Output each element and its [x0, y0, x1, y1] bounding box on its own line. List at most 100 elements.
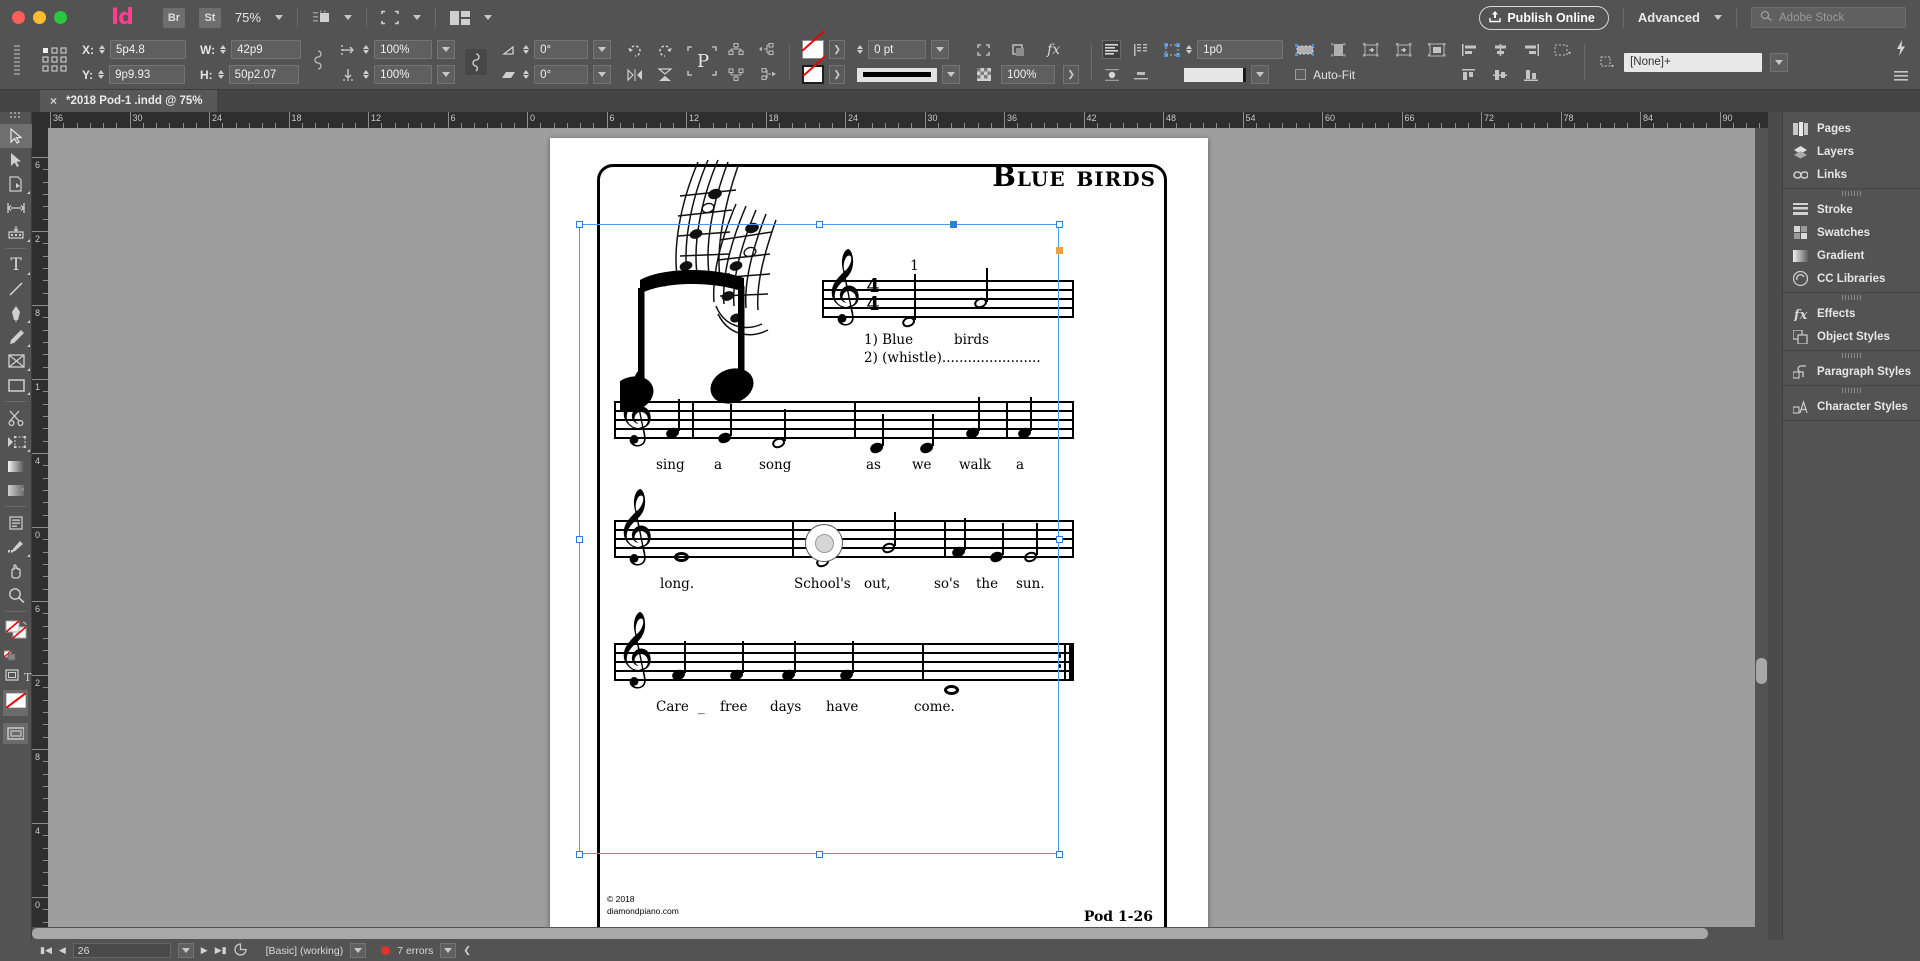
zoom-level-value[interactable]: 75%	[235, 10, 261, 25]
text-frame-overflow-indicator[interactable]	[1056, 247, 1063, 254]
screen-mode-chevron-icon[interactable]	[343, 15, 352, 20]
align-to-selection-dropdown[interactable]	[1553, 40, 1572, 59]
fit-content-proportionally-button[interactable]	[1295, 40, 1315, 59]
apply-none-swatch[interactable]	[3, 690, 28, 716]
tool-pencil[interactable]	[0, 325, 32, 349]
page-history-icon[interactable]	[233, 943, 247, 958]
h-input[interactable]: 50p2.07	[228, 65, 299, 84]
x-stepper[interactable]	[99, 45, 105, 54]
tool-pen[interactable]	[0, 301, 32, 325]
effects-fx-button[interactable]: fx	[1044, 40, 1063, 59]
x-input[interactable]: 5p4.8	[110, 40, 186, 59]
window-controls[interactable]	[0, 11, 67, 24]
w-stepper[interactable]	[220, 45, 227, 54]
page-number-dropdown[interactable]	[177, 943, 194, 958]
adobe-stock-search-input[interactable]: Adobe Stock	[1751, 7, 1906, 28]
object-style-dropdown[interactable]	[1770, 52, 1789, 72]
dock-group-grip[interactable]	[1783, 189, 1920, 198]
flip-horizontal-button[interactable]	[625, 65, 644, 84]
tool-eyedropper[interactable]	[0, 535, 32, 559]
preflight-profile-label[interactable]: [Basic] (working)	[266, 945, 344, 957]
constrain-proportions-wh-icon[interactable]	[311, 49, 325, 76]
gutter-dropdown[interactable]	[1251, 65, 1270, 84]
flip-vertical-button[interactable]	[655, 65, 674, 84]
formatting-affects-row[interactable]: T	[0, 666, 31, 686]
rotate-90-cw-button[interactable]	[625, 40, 644, 59]
center-content-button[interactable]	[1427, 40, 1446, 59]
control-panel-menu-icon[interactable]	[1891, 67, 1910, 86]
dock-item-cc-libraries[interactable]: CC Libraries	[1783, 267, 1920, 290]
minimize-window-button[interactable]	[33, 11, 46, 24]
fill-swatch[interactable]	[802, 40, 825, 59]
text-wrap-around-button[interactable]	[1102, 65, 1121, 84]
tool-content-collector[interactable]	[0, 220, 32, 244]
adobe-bridge-button[interactable]: Br	[162, 7, 185, 28]
formatting-affects-container-icon[interactable]	[5, 668, 19, 686]
text-frame-multi-column-button[interactable]	[1131, 40, 1150, 59]
selection-handle-br[interactable]	[1056, 851, 1063, 858]
rotation-input[interactable]: 0°	[534, 40, 589, 59]
close-window-button[interactable]	[12, 11, 25, 24]
maximize-window-button[interactable]	[54, 11, 67, 24]
tool-free-transform[interactable]	[0, 430, 32, 454]
selection-handle-bl[interactable]	[576, 851, 583, 858]
y-stepper[interactable]	[98, 70, 105, 79]
document-canvas[interactable]: Blue birds 1 𝄞 4 4 1) Blue birds 2) (whi…	[48, 128, 1782, 948]
gutter-stepper[interactable]	[1186, 45, 1193, 54]
selection-handle-ml[interactable]	[576, 536, 583, 543]
fit-frame-to-content-button[interactable]	[1361, 40, 1380, 59]
quick-apply-lightning-icon[interactable]	[1891, 38, 1910, 57]
stroke-weight-input[interactable]: 0 pt	[868, 40, 927, 59]
preflight-profile-dropdown[interactable]	[350, 943, 367, 958]
stroke-swatch[interactable]	[802, 65, 825, 84]
auto-fit-checkbox[interactable]	[1295, 69, 1307, 80]
select-content-button[interactable]	[758, 40, 777, 59]
opacity-dropdown[interactable]: ❯	[1063, 65, 1080, 84]
align-left-edges-button[interactable]	[1460, 40, 1479, 59]
scale-x-dropdown[interactable]	[437, 40, 456, 59]
fill-swatch-dropdown[interactable]: ❯	[829, 40, 846, 59]
align-right-edges-button[interactable]	[1522, 40, 1541, 59]
drop-shadow-button[interactable]	[1009, 40, 1028, 59]
tool-selection[interactable]	[0, 124, 32, 148]
selection-handle-tr-active[interactable]	[950, 221, 957, 228]
view-options-chevron-icon[interactable]	[412, 15, 421, 20]
dock-item-links[interactable]: Links	[1783, 163, 1920, 186]
dock-item-gradient[interactable]: Gradient	[1783, 244, 1920, 267]
tool-type[interactable]: T	[0, 253, 32, 277]
dock-item-stroke[interactable]: Stroke	[1783, 198, 1920, 221]
stroke-weight-dropdown[interactable]	[931, 40, 950, 59]
arrange-documents-icon[interactable]	[449, 10, 470, 25]
horizontal-scrollbar[interactable]	[32, 927, 1782, 940]
tool-line[interactable]	[0, 277, 32, 301]
tool-page[interactable]	[0, 172, 32, 196]
scale-y-input[interactable]: 100%	[374, 65, 433, 84]
shear-stepper[interactable]	[523, 70, 530, 79]
dock-item-effects[interactable]: fx Effects	[1783, 302, 1920, 325]
reference-point-selector[interactable]	[42, 46, 68, 78]
align-bottom-edges-button[interactable]	[1522, 65, 1541, 84]
rotation-dropdown[interactable]	[593, 40, 612, 59]
last-page-button[interactable]: ▶▮	[215, 945, 227, 956]
control-panel-grip[interactable]	[14, 45, 32, 79]
dock-item-layers[interactable]: Layers	[1783, 140, 1920, 163]
stroke-type-dropdown[interactable]	[942, 65, 961, 84]
text-align-center-button[interactable]	[1131, 65, 1150, 84]
document-tab[interactable]: × *2018 Pod-1 .indd @ 75%	[40, 90, 217, 112]
dock-group-grip[interactable]	[1783, 351, 1920, 360]
object-style-field[interactable]: [None]+	[1624, 52, 1763, 72]
dock-item-pages[interactable]: Pages	[1783, 117, 1920, 140]
workspace-chevron-icon[interactable]	[1714, 15, 1722, 20]
screen-mode-icon[interactable]	[312, 10, 330, 25]
rotate-90-ccw-button[interactable]	[655, 40, 674, 59]
selection-handle-mr[interactable]	[1056, 536, 1063, 543]
fill-stroke-proxy[interactable]	[0, 616, 31, 647]
arrange-documents-chevron-icon[interactable]	[483, 15, 492, 20]
horizontal-ruler[interactable]: 36 30 24 18 12 6 0 6 12 18 24 30 36 42 48 54 60 66 72 78 84 9…	[32, 112, 1782, 128]
panel-dock-rail[interactable]	[1768, 112, 1782, 948]
dock-item-swatches[interactable]: Swatches	[1783, 221, 1920, 244]
page-spread[interactable]: Blue birds 1 𝄞 4 4 1) Blue birds 2) (whi…	[550, 138, 1208, 948]
horizontal-scrollbar-thumb[interactable]	[32, 928, 1708, 939]
dock-item-paragraph-styles[interactable]: Paragraph Styles	[1783, 360, 1920, 383]
w-input[interactable]: 42p9	[231, 40, 302, 59]
